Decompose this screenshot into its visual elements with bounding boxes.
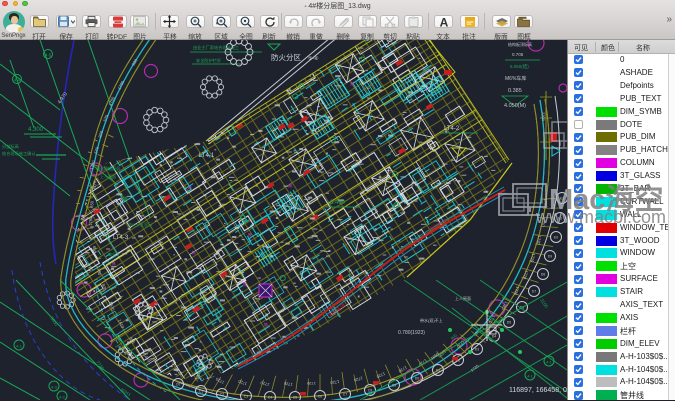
svg-text:结构板顶标高: 结构板顶标高 [508,41,532,47]
svg-text:M6%车库: M6%车库 [505,75,526,82]
svg-text:無: 無 [192,249,196,255]
svg-text:650: 650 [92,246,97,254]
svg-text:4-1: 4-1 [546,360,553,365]
svg-text:分部标高: 分部标高 [2,143,19,150]
svg-text:C1: C1 [199,390,204,394]
svg-text:0.385: 0.385 [508,88,522,94]
svg-text:無: 無 [243,281,247,287]
svg-text:1720: 1720 [306,381,316,386]
svg-text:C4: C4 [268,396,273,400]
svg-text:C5: C5 [293,396,298,400]
svg-text:防火分区显示: 防火分区显示 [128,221,152,227]
svg-text:绿化种植屋面: 绿化种植屋面 [96,165,120,171]
svg-text:C0: C0 [176,383,181,387]
svg-text:C8: C8 [368,389,373,393]
svg-text:D9: D9 [548,255,553,259]
svg-text:650: 650 [89,200,95,208]
svg-text:D4: D4 [492,335,497,339]
svg-text:4.050(M): 4.050(M) [504,103,526,109]
svg-text:商业: 商业 [108,251,116,257]
svg-text:C6: C6 [318,395,323,399]
svg-text:無: 無 [248,232,252,238]
svg-text:D3: D3 [475,348,480,352]
svg-text:防火分区: 防火分区 [271,52,301,62]
svg-text:6.400: 6.400 [330,200,346,206]
svg-text:D0: D0 [415,377,420,381]
svg-text:C2: C2 [220,393,225,397]
svg-text:4-4: 4-4 [14,78,21,83]
svg-text:116897, 166458, 0: 116897, 166458, 0 [509,387,567,394]
svg-text:4.300: 4.300 [28,127,44,133]
svg-text:C7: C7 [343,393,348,397]
svg-text:A: A [439,16,448,28]
svg-text:D5: D5 [507,321,512,325]
svg-text:4-5: 4-5 [45,53,52,58]
svg-text:⑤-⑥: ⑤-⑥ [308,56,319,62]
svg-text:0.780(1923): 0.780(1923) [398,330,425,336]
svg-text:C3: C3 [244,395,249,399]
svg-text:带水(双)不上: 带水(双)不上 [420,317,443,323]
svg-text:水景: 水景 [120,195,128,201]
svg-text:6.050(结): 6.050(结) [510,63,529,70]
svg-text:D8: D8 [541,273,546,277]
svg-text:無: 無 [288,182,292,188]
svg-text:LT4-1: LT4-1 [199,153,215,159]
svg-text:LT4-3: LT4-3 [113,235,129,241]
svg-text:4-1: 4-1 [527,374,534,379]
svg-text:D7: D7 [532,290,537,294]
svg-text:4-2: 4-2 [59,395,66,400]
svg-text:4-1: 4-1 [16,344,23,349]
svg-text:2300: 2300 [541,112,546,122]
svg-text:上人屋面: 上人屋面 [100,173,116,179]
svg-text:1780: 1780 [88,216,93,226]
svg-text:4-3: 4-3 [51,385,58,390]
svg-text:0.705: 0.705 [512,52,524,57]
svg-text:LT4-2: LT4-2 [444,126,460,132]
svg-text:無: 無 [188,184,192,190]
svg-text:安全防护栏杆: 安全防护栏杆 [196,57,222,64]
svg-text:结合现场施工确认: 结合现场施工确认 [2,150,36,157]
svg-text:無: 無 [264,321,268,327]
svg-text:C9: C9 [392,384,397,388]
svg-text:無: 無 [350,80,354,86]
svg-text:D1: D1 [436,369,441,373]
